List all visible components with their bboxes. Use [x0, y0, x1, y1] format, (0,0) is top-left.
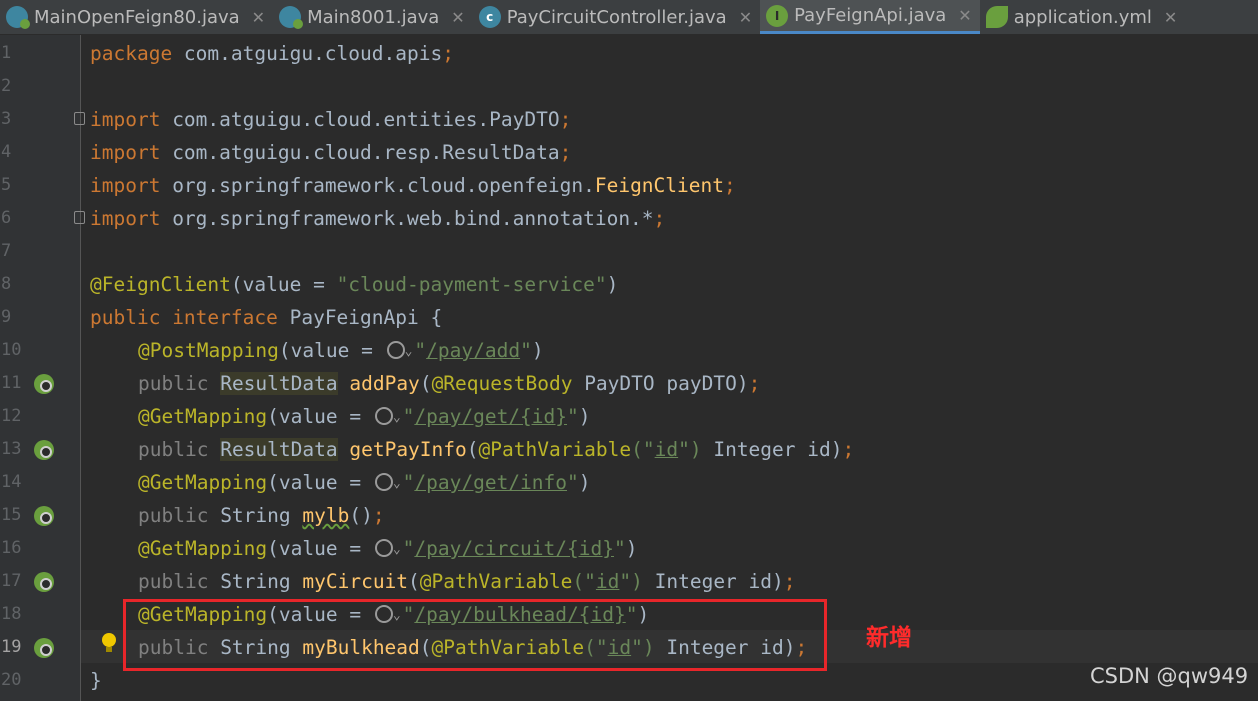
url-link[interactable]: /pay/add: [426, 339, 520, 362]
line-number: 6: [1, 208, 12, 228]
line-number: 7: [1, 241, 12, 261]
tab-mainopenfeign80[interactable]: MainOpenFeign80.java ✕: [0, 0, 273, 34]
code-line-4: import com.atguigu.cloud.resp.ResultData…: [90, 141, 572, 164]
code-line-17: public String myCircuit(@PathVariable("i…: [138, 570, 796, 593]
code-line-11: public ResultData addPay(@RequestBody Pa…: [138, 372, 761, 395]
code-line-20: }: [90, 669, 102, 692]
tab-payfeignapi[interactable]: I PayFeignApi.java ✕: [760, 0, 980, 34]
code-line-5: import org.springframework.cloud.openfei…: [90, 174, 736, 197]
code-line-6: import org.springframework.web.bind.anno…: [90, 207, 666, 230]
code-line-10: @PostMapping(value = ⌄ "/pay/add"): [138, 339, 544, 362]
code-line-16: @GetMapping(value = ⌄ "/pay/circuit/{id}"…: [138, 537, 638, 560]
globe-icon[interactable]: [374, 407, 393, 425]
url-link[interactable]: /pay/get/{id}: [414, 405, 567, 428]
line-number: 9: [1, 307, 12, 327]
line-number: 17: [1, 571, 22, 591]
chevron-down-icon[interactable]: ⌄: [393, 410, 401, 425]
code-line-14: @GetMapping(value = ⌄ "/pay/get/info"): [138, 471, 591, 494]
fold-marker-icon[interactable]: [74, 211, 85, 224]
close-icon[interactable]: ✕: [1164, 8, 1177, 27]
url-link[interactable]: /pay/get/info: [414, 471, 567, 494]
line-number: 3: [1, 109, 12, 129]
close-icon[interactable]: ✕: [252, 8, 265, 27]
line-number: 4: [1, 142, 12, 162]
line-number: 16: [1, 538, 22, 558]
globe-icon[interactable]: [374, 539, 393, 557]
spring-config-icon: [985, 6, 1008, 28]
spring-request-mapping-icon[interactable]: [34, 638, 54, 658]
chevron-down-icon[interactable]: ⌄: [393, 542, 401, 557]
spring-request-mapping-icon[interactable]: [34, 506, 54, 526]
gutter-divider: [80, 35, 81, 701]
line-number: 14: [1, 472, 22, 492]
interface-icon: I: [766, 4, 789, 27]
code-line-15: public String mylb();: [138, 504, 385, 527]
code-line-9: public interface PayFeignApi {: [90, 306, 443, 329]
code-line-12: @GetMapping(value = ⌄ "/pay/get/{id}"): [138, 405, 591, 428]
line-number: 5: [1, 175, 12, 195]
globe-icon[interactable]: [374, 473, 393, 491]
line-number: 10: [1, 340, 22, 360]
line-number: 12: [1, 406, 22, 426]
spring-request-mapping-icon[interactable]: [34, 374, 54, 394]
line-number: 18: [1, 604, 22, 624]
tab-paycircuitcontroller[interactable]: c PayCircuitController.java ✕: [473, 0, 760, 34]
annotation-note: 新增: [866, 625, 912, 651]
code-line-8: @FeignClient(value = "cloud-payment-serv…: [90, 273, 619, 296]
line-number: 8: [1, 274, 12, 294]
code-line-3: import com.atguigu.cloud.entities.PayDTO…: [90, 108, 572, 131]
tab-label: application.yml: [1013, 6, 1152, 28]
tab-label: PayFeignApi.java: [794, 5, 947, 26]
fold-marker-icon[interactable]: [74, 112, 85, 125]
tab-label: Main8001.java: [307, 6, 440, 28]
close-icon[interactable]: ✕: [958, 6, 971, 25]
spring-request-mapping-icon[interactable]: [34, 440, 54, 460]
line-number: 19: [1, 637, 22, 657]
line-number: 13: [1, 439, 22, 459]
watermark: CSDN @qw949: [1090, 664, 1249, 688]
chevron-down-icon[interactable]: ⌄: [393, 476, 401, 491]
tab-label: MainOpenFeign80.java: [34, 6, 240, 28]
code-line-13: public ResultData getPayInfo(@PathVariab…: [138, 438, 855, 461]
tab-application-yml[interactable]: application.yml ✕: [980, 0, 1186, 34]
line-number: 11: [1, 373, 22, 393]
spring-class-icon: [6, 6, 30, 29]
tab-main8001[interactable]: Main8001.java ✕: [273, 0, 473, 34]
spring-request-mapping-icon[interactable]: [34, 572, 54, 592]
chevron-down-icon[interactable]: ⌄: [405, 344, 413, 359]
code-line-1: package com.atguigu.cloud.apis;: [90, 42, 454, 65]
url-link[interactable]: /pay/circuit/{id}: [414, 537, 614, 560]
globe-icon[interactable]: [386, 341, 405, 359]
tab-label: PayCircuitController.java: [506, 6, 727, 28]
highlight-box: [123, 599, 827, 671]
close-icon[interactable]: ✕: [451, 8, 464, 27]
editor-tab-bar: MainOpenFeign80.java ✕ Main8001.java ✕ c…: [0, 0, 1258, 35]
line-number: 1: [1, 43, 12, 63]
line-number: 15: [1, 505, 22, 525]
line-number: 2: [1, 76, 12, 96]
lightbulb-icon[interactable]: [101, 633, 117, 652]
close-icon[interactable]: ✕: [739, 8, 752, 27]
spring-class-icon: [279, 6, 304, 29]
class-icon: c: [478, 6, 501, 28]
line-number: 20: [1, 670, 22, 690]
